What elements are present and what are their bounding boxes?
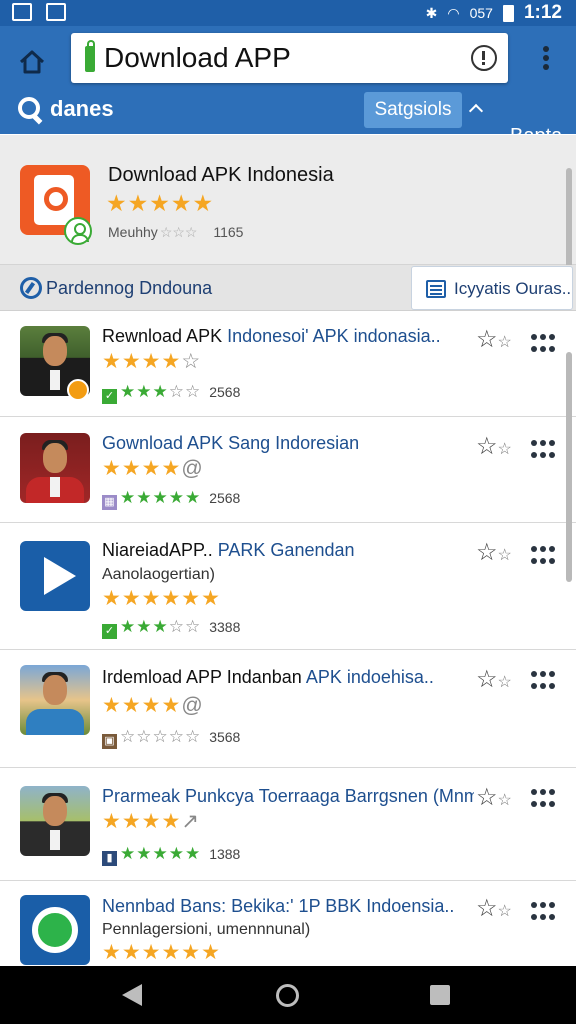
app-rating: ★★★★☆ (102, 350, 202, 373)
scrollbar-top[interactable] (566, 168, 572, 278)
home-icon[interactable] (18, 48, 46, 76)
sort-button[interactable]: Satgsiols (364, 92, 462, 128)
app-meta: ✓ ★★★☆☆ 3388 (102, 617, 240, 639)
app-rating: ★★★★↗ (102, 810, 200, 833)
featured-count: 1165 (213, 224, 244, 240)
check-icon: ✓ (102, 624, 117, 639)
url-bar[interactable]: Download APP (71, 33, 508, 83)
featured-rating: ★★★★★ (106, 190, 215, 216)
app-meta: ▮ ★★★★★ 1388 (102, 844, 240, 866)
app-rating: ★★★★★★ (102, 587, 221, 610)
app-title: Rewnload APK Indonesoi' APK indonasia.. (102, 326, 441, 346)
featured-title: Download APK Indonesia (108, 164, 334, 186)
user-badge-icon (64, 217, 92, 245)
flag-icon: ▮ (102, 851, 117, 866)
url-text: Download APP (104, 42, 291, 73)
app-meta: ✓ ★★★☆☆ 2568 (102, 382, 240, 404)
app-thumbnail (20, 433, 90, 503)
more-icon[interactable] (531, 334, 555, 358)
favorite-star-icon[interactable]: ☆☆ (476, 665, 512, 694)
featured-app-card[interactable]: Download APK Indonesia ★★★★★ Meuhhy ☆☆☆ 1… (0, 135, 576, 265)
list-item[interactable]: Irdemload APP Indanban APK indoehisa.. ★… (0, 651, 576, 768)
app-title: Gownload APK Sang Indoresian (102, 433, 360, 453)
battery-icon (502, 4, 514, 22)
recents-icon[interactable] (430, 985, 450, 1005)
category-icon (426, 280, 446, 298)
system-nav-bar (0, 966, 576, 1024)
favorite-star-icon[interactable]: ☆☆ (476, 538, 512, 567)
scrollbar[interactable] (566, 352, 572, 582)
app-meta: ▣ ☆☆☆☆☆ 3568 (102, 727, 240, 749)
app-thumbnail (20, 786, 90, 856)
app-meta: ▦ ★★★★★ 2568 (102, 488, 240, 510)
list-item[interactable]: Gownload APK Sang Indoresian ★★★★@ ▦ ★★★★… (0, 418, 576, 523)
favorite-star-icon[interactable]: ☆☆ (476, 432, 512, 461)
search-icon[interactable] (18, 97, 40, 119)
favorite-star-icon[interactable]: ☆☆ (476, 894, 512, 923)
back-icon[interactable] (122, 984, 142, 1006)
app-thumbnail (20, 541, 90, 611)
featured-meta-label: Meuhhy (108, 224, 158, 240)
status-bar: ✱ ◠ 057 1:12 (0, 0, 576, 26)
app-title: Irdemload APP Indanban APK indoehisa.. (102, 667, 434, 687)
compass-icon (20, 277, 42, 299)
info-icon[interactable] (471, 45, 497, 71)
more-icon[interactable] (531, 671, 555, 695)
app-rating: ★★★★@ (102, 694, 204, 717)
favorite-star-icon[interactable]: ☆☆ (476, 325, 512, 354)
badge-icon (67, 379, 89, 401)
flag-icon: ▦ (102, 495, 117, 510)
list-item[interactable]: Prarmeak Punkcya Toerraaga Barrgsnen (Mn… (0, 769, 576, 881)
more-icon[interactable] (531, 440, 555, 464)
app-thumbnail (20, 895, 90, 965)
app-rating: ★★★★@ (102, 457, 204, 480)
notification-image-icon (12, 3, 32, 21)
app-title: Nennbad Bans: Bekika:' 1P BBK Indoensia.… (102, 896, 455, 916)
wifi-icon: ◠ (447, 4, 460, 21)
signal-label: 057 (469, 5, 493, 21)
circle-icon (32, 907, 78, 953)
app-title: NiareiadAPP.. PARK Ganendan (102, 540, 355, 560)
more-icon[interactable] (531, 902, 555, 926)
app-thumbnail (20, 665, 90, 735)
category-button[interactable]: Icyyatis Ouras.. (411, 266, 573, 310)
app-rating: ★★★★★★ (102, 941, 221, 964)
list-item[interactable]: Rewnload APK Indonesoi' APK indonasia.. … (0, 312, 576, 417)
app-subtitle: Pennlagersioni, umennnunal) (102, 921, 311, 938)
image-icon: ▣ (102, 734, 117, 749)
play-icon (44, 557, 76, 595)
more-icon[interactable] (531, 546, 555, 570)
chevron-up-icon[interactable] (468, 103, 484, 119)
notification-chart-icon (46, 3, 66, 21)
lock-icon (85, 40, 95, 72)
favorite-star-icon[interactable]: ☆☆ (476, 783, 512, 812)
check-icon: ✓ (102, 389, 117, 404)
category-label: Icyyatis Ouras.. (454, 279, 572, 298)
list-item[interactable]: Nennbad Bans: Bekika:' 1P BBK Indoensia.… (0, 882, 576, 966)
clock: 1:12 (523, 2, 562, 23)
bluetooth-icon: ✱ (425, 4, 438, 21)
list-item[interactable]: NiareiadAPP.. PARK Ganendan Aanolaogerti… (0, 524, 576, 650)
search-tab-label[interactable]: danes (50, 96, 114, 122)
menu-dots-icon[interactable] (540, 46, 552, 74)
app-subtitle: Aanolaogertian) (102, 566, 215, 583)
browser-toolbar: Download APP danes Satgsiols Bapta (0, 26, 576, 160)
featured-meta-stars: ☆☆☆ (159, 224, 198, 240)
section-title: Pardennog Dndouna (46, 278, 213, 298)
home-circle-icon[interactable] (276, 984, 299, 1007)
more-icon[interactable] (531, 789, 555, 813)
app-title: Prarmeak Punkcya Toerraaga Barrgsnen (Mn… (102, 786, 474, 806)
featured-meta: Meuhhy ☆☆☆ 1165 (108, 224, 243, 241)
section-header: Pardennog Dndouna Icyyatis Ouras.. (0, 265, 576, 311)
